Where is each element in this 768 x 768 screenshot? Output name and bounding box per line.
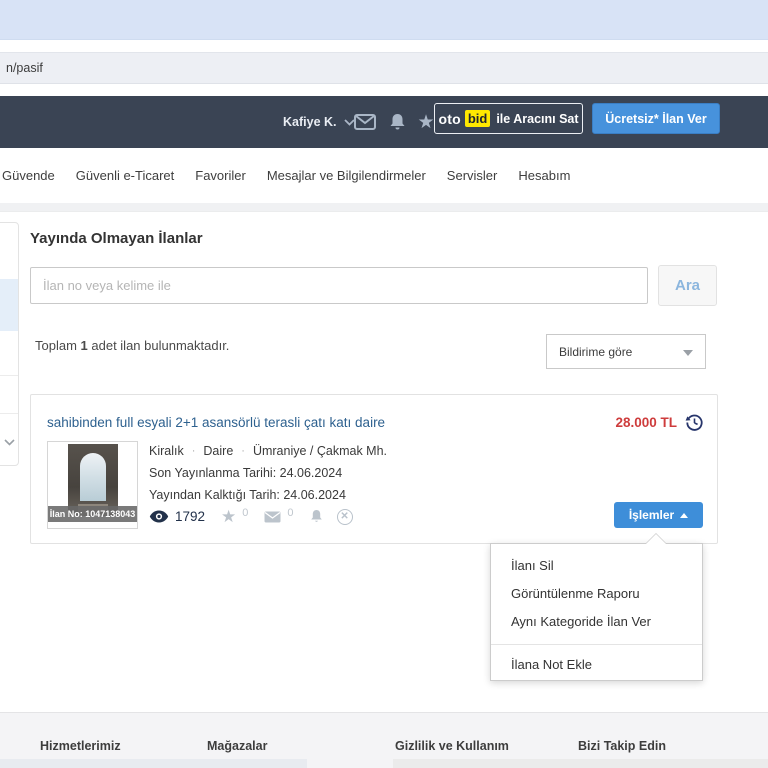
price-row: 28.000 TL [615, 413, 704, 432]
sidebar-panel [0, 222, 19, 466]
search-button-label: Ara [674, 277, 700, 294]
footer-col-bizi-takip-edin[interactable]: Bizi Takip Edin [578, 739, 666, 753]
search-input[interactable] [30, 267, 648, 304]
actions-dropdown-menu: İlanı Sil Görüntülenme Raporu Aynı Kateg… [490, 533, 703, 681]
menu-item-delete-listing[interactable]: İlanı Sil [491, 552, 702, 580]
browser-top-band [0, 0, 768, 40]
footer-col-hizmetlerimiz[interactable]: Hizmetlerimiz [40, 739, 121, 753]
menu-item-add-note[interactable]: İlana Not Ekle [491, 651, 702, 679]
nav-item-guvenli-eticaret[interactable]: Güvenli e-Ticaret [76, 168, 175, 183]
messages-icon[interactable] [352, 96, 378, 148]
listing-stats-row: 1792 ★ 0 0 ✕ [149, 506, 353, 526]
sidebar-divider [0, 375, 18, 376]
sort-dropdown-value: Bildirime göre [559, 344, 633, 359]
result-count-number: 1 [80, 338, 88, 353]
otobid-rest-label: ile Aracını Sat [496, 111, 579, 126]
alert-bell-icon-gray [310, 509, 323, 524]
post-free-ad-button[interactable]: Ücretsiz* İlan Ver [592, 103, 720, 134]
listing-title-link[interactable]: sahibinden full esyali 2+1 asansörlü ter… [47, 415, 385, 430]
url-text: n/pasif [6, 61, 43, 75]
listing-meta-row: Kiralık · Daire · Ümraniye / Çakmak Mh. [149, 444, 387, 458]
sort-dropdown[interactable]: Bildirime göre [546, 334, 706, 369]
menu-item-post-same-category[interactable]: Aynı Kategoride İlan Ver [491, 608, 702, 636]
nav-item-guvende[interactable]: Güvende [2, 168, 55, 183]
otobid-bid-label: bid [464, 110, 491, 127]
listing-id-badge: İlan No: 1047138043 [48, 506, 137, 522]
footer-bottom-band [0, 759, 307, 768]
sidebar-chevron-down-icon[interactable] [4, 439, 15, 446]
messages-count: 0 [287, 506, 294, 519]
nav-divider-band [0, 203, 768, 212]
actions-button-label: İşlemler [628, 508, 675, 522]
sort-chevron-down-icon [683, 350, 693, 356]
listing-removed-date: Yayından Kalktığı Tarih: 24.06.2024 [149, 488, 346, 502]
footer-bottom-band [393, 759, 768, 768]
site-header: Kafiye K. ★ oto bid ile Aracını Sat Ücre… [0, 96, 768, 148]
result-count-text: Toplam 1 adet ilan bulunmaktadır. [35, 338, 230, 353]
user-name: Kafiye K. [283, 115, 337, 129]
user-menu[interactable]: Kafiye K. [283, 96, 355, 148]
otobid-sell-car-button[interactable]: oto bid ile Aracını Sat [434, 103, 583, 134]
caret-up-icon [680, 512, 689, 518]
listing-thumbnail[interactable]: İlan No: 1047138043 [47, 441, 138, 529]
listing-category: Kiralık [149, 444, 184, 458]
menu-item-view-report[interactable]: Görüntülenme Raporu [491, 580, 702, 608]
menu-divider [491, 644, 702, 645]
nav-item-hesabim[interactable]: Hesabım [518, 168, 570, 183]
messages-envelope-icon-gray [264, 511, 281, 523]
sidebar-divider [0, 413, 18, 414]
nav-item-mesajlar[interactable]: Mesajlar ve Bilgilendirmeler [267, 168, 426, 183]
dot-separator: · [241, 445, 245, 457]
post-free-ad-label: Ücretsiz* İlan Ver [605, 111, 707, 126]
main-nav: Güvende Güvenli e-Ticaret Favoriler Mesa… [0, 148, 768, 203]
listing-card: sahibinden full esyali 2+1 asansörlü ter… [30, 394, 718, 544]
listing-location: Ümraniye / Çakmak Mh. [252, 444, 388, 458]
search-button[interactable]: Ara [658, 265, 717, 306]
actions-button[interactable]: İşlemler [614, 502, 703, 528]
dot-separator: · [191, 445, 196, 457]
browser-url-bar[interactable]: n/pasif [0, 52, 768, 84]
page-title: Yayında Olmayan İlanlar [30, 230, 203, 247]
favorites-count: 0 [242, 506, 249, 519]
notifications-bell-icon[interactable] [386, 96, 408, 148]
deactivate-x-icon[interactable]: ✕ [336, 508, 353, 525]
sidebar-selected-item[interactable] [0, 279, 18, 331]
nav-item-servisler[interactable]: Servisler [447, 168, 498, 183]
views-eye-icon [149, 510, 169, 523]
listing-price: 28.000 TL [615, 415, 677, 430]
views-count: 1792 [175, 509, 206, 524]
footer-col-magazalar[interactable]: Mağazalar [207, 739, 267, 753]
otobid-oto-label: oto [438, 110, 461, 127]
page: n/pasif Kafiye K. ★ oto bid ile Aracını … [0, 0, 768, 768]
footer-col-gizlilik[interactable]: Gizlilik ve Kullanım [395, 739, 509, 753]
listing-property-type: Daire [203, 444, 234, 458]
price-history-icon[interactable] [685, 413, 704, 432]
listing-last-published: Son Yayınlanma Tarihi: 24.06.2024 [149, 466, 343, 480]
footer: Hizmetlerimiz Mağazalar Gizlilik ve Kull… [0, 712, 768, 768]
nav-item-favoriler[interactable]: Favoriler [195, 168, 246, 183]
favorites-star-icon-gray: ★ [221, 507, 237, 526]
